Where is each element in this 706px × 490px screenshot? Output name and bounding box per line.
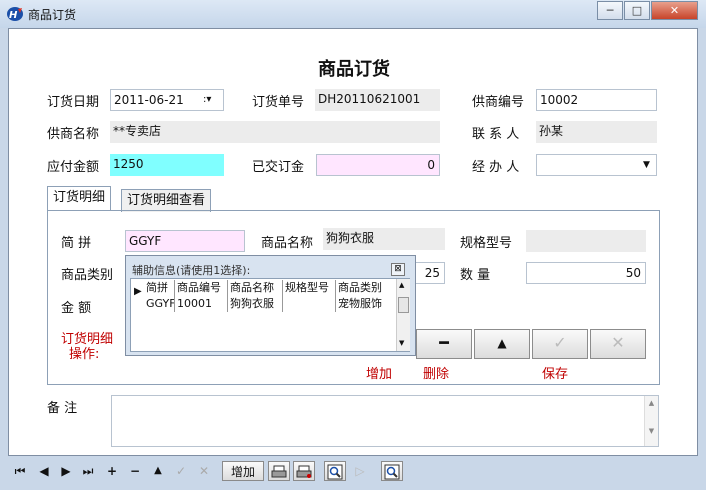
delete-detail-button[interactable]: ▲ [474,329,530,359]
navigation-toolbar: ⏮ ◀ ▶ ⏭ + − ▲ ✓ ✕ 增加 ▷ [8,458,698,486]
chevron-down-icon: ▼ [643,160,650,170]
up-icon[interactable]: ▲ [150,461,166,481]
save-detail-button[interactable]: ✓ [532,329,588,359]
amount-due-label: 应付金额 [47,160,100,175]
table-cell: 10001 [176,296,228,312]
spec-label: 规格型号 [460,236,513,251]
query-icon[interactable] [381,461,403,481]
print-icon[interactable] [268,461,290,481]
last-record-icon[interactable]: ⏭ [80,461,96,481]
prev-record-icon[interactable]: ◀ [36,461,52,481]
remarks-textarea[interactable]: ▲ ▼ [111,395,659,447]
abbr-input[interactable]: GGYF [125,230,245,252]
search-icon[interactable] [324,461,346,481]
supplier-code-input[interactable]: 10002 [536,89,657,111]
contact-field: 孙某 [536,121,657,143]
table-row[interactable]: ▶ GGYF 10001 狗狗衣服 宠物服饰 [131,286,396,313]
cancel-icon[interactable]: ✕ [196,461,212,481]
table-cell [284,296,336,312]
window-title: 商品订货 [28,8,77,22]
deposit-label: 已交订金 [252,160,305,175]
form-client-area: 商品订货 订货日期 2011-06-21 :▾ 订货单号 DH201106210… [8,28,698,456]
save-op-label: 保存 [542,367,569,382]
maximize-button[interactable]: □ [624,1,650,20]
column-header: 商品编号 [176,280,228,296]
add-op-label: 增加 [366,367,393,382]
contact-label: 联 系 人 [472,127,520,142]
spec-field [526,230,646,252]
abbr-label: 简 拼 [61,236,92,251]
first-record-icon[interactable]: ⏮ [12,461,28,481]
ops-label-2: 操作: [69,347,100,362]
add-order-button[interactable]: 增加 [222,461,264,481]
helper-popup: 辅助信息(请使用1选择): ⊠ 简拼 商品编号 商品名称 规格型号 商品类别 ▶… [125,255,416,356]
column-header: 商品名称 [229,280,283,296]
product-name-field: 狗狗衣服 [323,228,445,250]
amount-due-field: 1250 [110,154,224,176]
tab-order-detail-view[interactable]: 订货明细查看 [121,189,212,212]
handler-label: 经 办 人 [472,160,520,175]
column-header: 规格型号 [284,280,336,296]
app-logo-icon: H [7,7,23,21]
add-record-icon[interactable]: + [104,461,120,481]
category-label: 商品类别 [61,268,114,283]
table-cell: 宠物服饰 [338,297,382,310]
column-header: 简拼 [145,280,175,296]
supplier-name-field: **专卖店 [110,121,440,143]
popup-close-icon[interactable]: ⊠ [391,263,405,276]
quantity-label: 数 量 [460,268,491,283]
supplier-code-label: 供商编号 [472,95,525,110]
order-date-value: 2011-06-21 [114,93,184,107]
minimize-button[interactable]: ─ [597,1,623,20]
cancel-detail-button[interactable]: ✕ [590,329,646,359]
product-name-label: 商品名称 [261,236,314,251]
next-record-icon[interactable]: ▶ [58,461,74,481]
svg-text:H: H [9,10,18,21]
quantity-input[interactable]: 50 [526,262,646,284]
confirm-icon[interactable]: ✓ [173,461,189,481]
popup-title: 辅助信息(请使用1选择): [132,264,251,277]
print-preview-icon[interactable] [293,461,315,481]
tab-order-detail[interactable]: 订货明细 [47,186,112,211]
date-spin-icon[interactable]: :▾ [203,90,211,110]
play-icon[interactable]: ▷ [351,461,369,481]
order-no-field: DH20110621001 [315,89,440,111]
table-cell: 狗狗衣服 [229,296,283,312]
handler-select[interactable]: ▼ [536,154,657,176]
order-no-label: 订货单号 [252,95,305,110]
add-detail-button[interactable]: ━ [416,329,472,359]
order-date-picker[interactable]: 2011-06-21 :▾ [110,89,224,111]
popup-scrollbar[interactable]: ▲ ▼ [396,279,410,351]
close-button[interactable]: ✕ [651,1,698,20]
title-bar: H 商品订货 ─ □ ✕ [0,0,706,28]
table-cell: GGYF [146,296,175,312]
amount-label: 金 额 [61,301,92,316]
popup-grid: 简拼 商品编号 商品名称 规格型号 商品类别 ▶ GGYF 10001 狗狗衣服… [130,278,410,352]
remarks-scrollbar[interactable]: ▲ ▼ [644,396,658,446]
scroll-up-icon[interactable]: ▲ [399,281,404,289]
column-header: 商品类别 [338,281,382,294]
delete-op-label: 删除 [423,367,450,382]
order-date-label: 订货日期 [47,95,100,110]
scroll-down-icon[interactable]: ▼ [399,339,404,347]
deposit-input[interactable]: 0 [316,154,440,176]
scroll-thumb[interactable] [398,297,409,313]
current-row-pointer-icon: ▶ [134,286,142,297]
remarks-label: 备 注 [47,401,78,416]
delete-record-icon[interactable]: − [127,461,143,481]
form-title: 商品订货 [318,59,390,80]
supplier-name-label: 供商名称 [47,127,100,142]
